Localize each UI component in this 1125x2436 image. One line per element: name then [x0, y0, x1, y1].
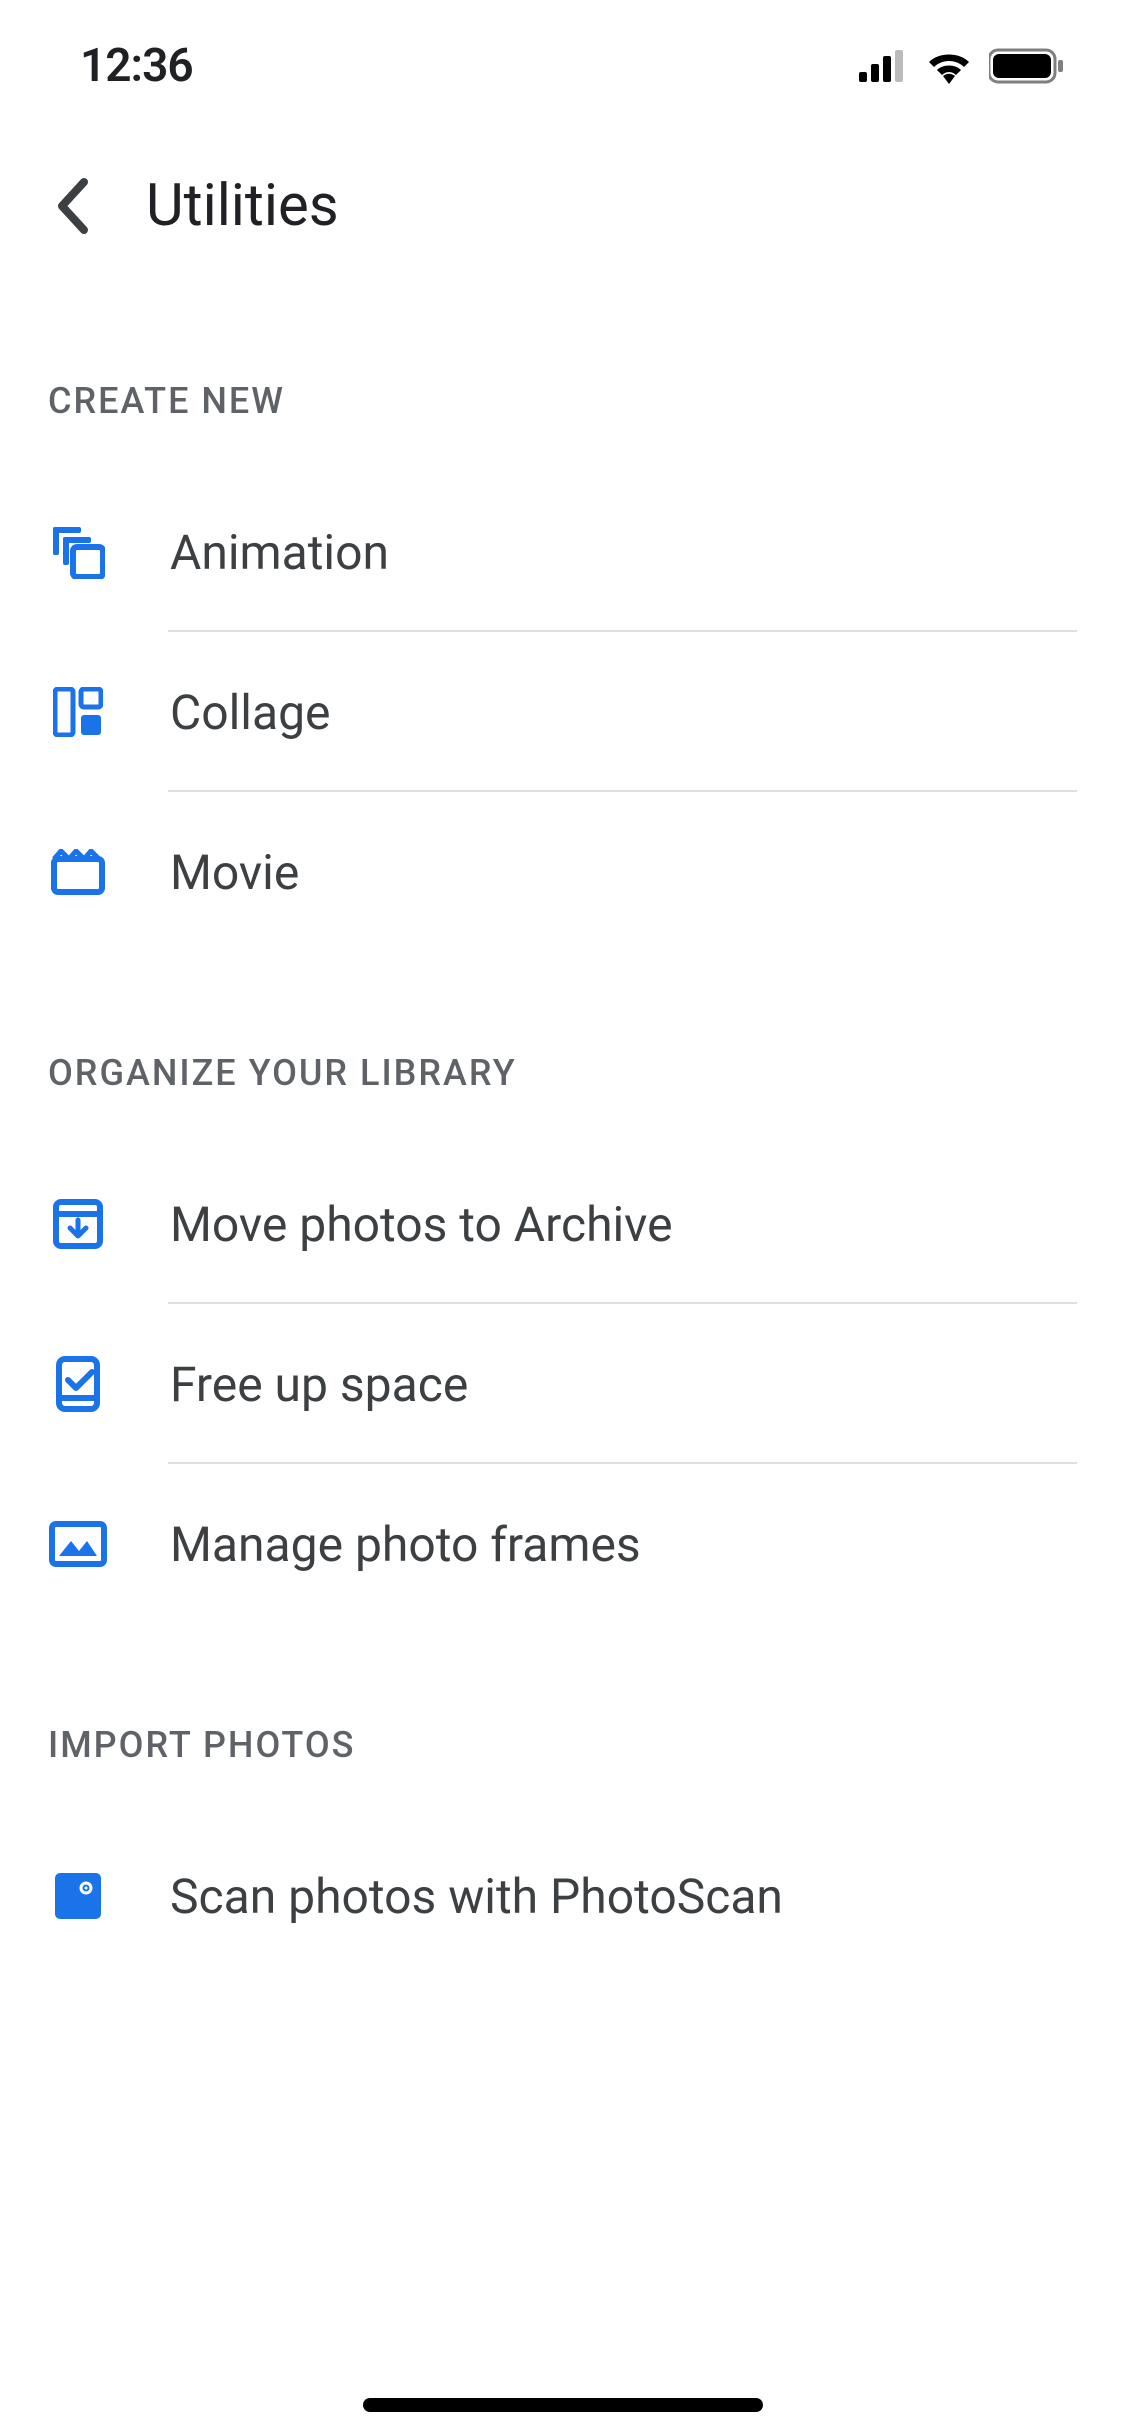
list-item-movie[interactable]: Movie: [0, 792, 1125, 952]
archive-icon: [48, 1194, 108, 1254]
status-icons: [859, 48, 1065, 84]
list-item-label: Animation: [170, 524, 389, 581]
list-item-label: Collage: [170, 684, 330, 741]
list-item-label: Free up space: [170, 1356, 468, 1413]
list-item-label: Movie: [170, 844, 299, 901]
list-item-collage[interactable]: Collage: [0, 632, 1125, 792]
section-title-create: CREATE NEW: [0, 380, 1125, 422]
wifi-icon: [925, 48, 973, 84]
section-organize: ORGANIZE YOUR LIBRARY Move photos to Arc…: [0, 1052, 1125, 1624]
section-title-organize: ORGANIZE YOUR LIBRARY: [0, 1052, 1125, 1094]
movie-icon: [48, 842, 108, 902]
list-item-freeup[interactable]: Free up space: [0, 1304, 1125, 1464]
photoscan-icon: [48, 1866, 108, 1926]
list-item-photoscan[interactable]: Scan photos with PhotoScan: [0, 1816, 1125, 1976]
header: Utilities: [0, 132, 1125, 280]
list-item-animation[interactable]: Animation: [0, 472, 1125, 632]
list-item-label: Move photos to Archive: [170, 1196, 673, 1253]
free-up-space-icon: [48, 1354, 108, 1414]
home-indicator[interactable]: [363, 2398, 763, 2412]
section-title-import: IMPORT PHOTOS: [0, 1724, 1125, 1766]
list-item-label: Manage photo frames: [170, 1516, 641, 1573]
battery-icon: [989, 48, 1065, 84]
collage-icon: [48, 682, 108, 742]
section-create: CREATE NEW Animation Collage: [0, 380, 1125, 952]
section-import: IMPORT PHOTOS Scan photos with PhotoScan: [0, 1724, 1125, 1976]
photo-frame-icon: [48, 1514, 108, 1574]
cellular-signal-icon: [859, 50, 909, 82]
status-bar: 12:36: [0, 0, 1125, 132]
status-time: 12:36: [80, 39, 193, 93]
list-item-label: Scan photos with PhotoScan: [170, 1868, 783, 1925]
list-item-frames[interactable]: Manage photo frames: [0, 1464, 1125, 1624]
page-title: Utilities: [146, 172, 339, 240]
animation-icon: [48, 522, 108, 582]
back-button[interactable]: [48, 182, 96, 230]
list-item-archive[interactable]: Move photos to Archive: [0, 1144, 1125, 1304]
chevron-left-icon: [54, 176, 90, 236]
